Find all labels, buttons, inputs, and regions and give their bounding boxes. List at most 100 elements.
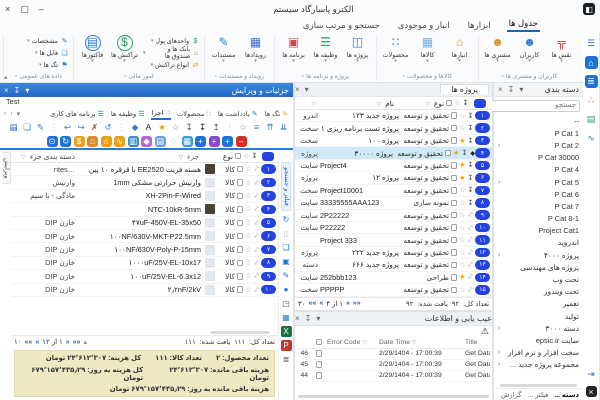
warehouse-icon[interactable]: ⌂ xyxy=(101,136,112,147)
first-page-icon[interactable]: «« xyxy=(25,339,33,346)
details-tab[interactable]: ☰وظیفه ها xyxy=(110,107,146,120)
search-icon[interactable]: ⊙ xyxy=(47,136,58,147)
row-checkbox[interactable] xyxy=(316,372,323,379)
star-icon[interactable]: ☆ xyxy=(459,112,465,120)
checkbox-column[interactable] xyxy=(235,153,242,160)
row-checkbox[interactable] xyxy=(445,150,452,157)
pdf-icon[interactable]: P xyxy=(281,340,292,351)
component-row[interactable]: ۳ ↧ ☆ کالا XH-2Pin-F-Wired xyxy=(11,190,278,203)
category-item[interactable]: پروژه ۴۰۰۰‹ xyxy=(498,249,579,261)
pin-alt-icon[interactable]: ↧ xyxy=(184,122,195,133)
star-icon[interactable]: ☆ xyxy=(459,199,465,207)
star-icon[interactable]: ☆ xyxy=(245,286,251,294)
pin-icon[interactable]: ↧ xyxy=(467,186,473,194)
type-column-header[interactable]: نوع xyxy=(215,152,233,161)
gantt-icon[interactable]: ▤ xyxy=(585,113,598,126)
title-header[interactable]: Title xyxy=(465,339,490,346)
invoice-icon[interactable]: ▤ xyxy=(155,136,166,147)
row-checkbox[interactable] xyxy=(451,200,458,207)
category-item[interactable]: P Cat 2‹ xyxy=(498,139,579,151)
project-row[interactable]: ۱۰ ◆ ↧ ☆ تحقیق و توسعه P22222 سایت xyxy=(295,222,492,234)
customers-icon[interactable]: ☻مشتری ها▾ xyxy=(483,35,512,65)
project-row[interactable]: ۱۳ ◆ ↧ ☆ تحقیق و توسعه پروژه جدید ۶۶۶ دس… xyxy=(295,259,492,271)
collapse-ribbon-icon[interactable]: ▴ xyxy=(4,73,8,81)
divider[interactable]: ⋮ xyxy=(116,122,127,133)
project-row[interactable]: ۵ ◆ ↧ ★ تحقیق و توسعه Project4 سایت xyxy=(295,160,492,172)
divider[interactable]: ⋮ xyxy=(224,122,235,133)
invoices-icon[interactable]: ▤فاکتورها▾ xyxy=(78,35,107,65)
categories-scrollbar[interactable] xyxy=(500,384,577,387)
category-item[interactable]: دسته ۳۰۰۰‹ xyxy=(498,322,579,334)
pin-icon[interactable]: ↧ xyxy=(252,218,262,228)
category-item[interactable]: تعمیر‹ xyxy=(498,298,579,310)
filter-search-tab[interactable]: فیلتر و جستجو xyxy=(281,162,291,211)
category-item[interactable]: P Cat 6‹ xyxy=(498,188,579,200)
details-tab[interactable]: ∷اجرا xyxy=(151,107,171,120)
prev-page-icon[interactable]: « xyxy=(35,339,39,346)
minimize-button[interactable]: – xyxy=(39,4,44,15)
products-icon[interactable]: ∷محصولات▾ xyxy=(381,35,410,65)
row-checkbox[interactable] xyxy=(237,273,244,280)
pin-icon[interactable]: ↧ xyxy=(252,191,262,201)
row-checkbox[interactable] xyxy=(451,287,458,294)
coin-icon[interactable]: $ xyxy=(74,136,85,147)
pin-icon[interactable]: ↧ xyxy=(467,124,473,132)
star-icon[interactable]: ☆ xyxy=(459,124,465,132)
close-app-icon[interactable]: × xyxy=(586,386,597,397)
edit-icon[interactable]: ✎ xyxy=(35,122,46,133)
panel-pin-icon[interactable]: ↧ xyxy=(305,314,312,323)
project-row[interactable]: ۱۵ ◆ ↧ ☆ تحقیق و توسعه PPPPP سخت xyxy=(295,284,492,296)
row-checkbox[interactable] xyxy=(237,220,244,227)
redo-icon[interactable]: ↪ xyxy=(76,122,87,133)
pin-icon[interactable]: ↧ xyxy=(467,199,473,207)
pin-icon[interactable]: ↧ xyxy=(252,178,262,188)
scatter-icon[interactable]: ∴ xyxy=(585,94,598,107)
pin-icon[interactable]: ↧ xyxy=(467,174,473,182)
row-checkbox[interactable] xyxy=(316,350,323,357)
panel-collapse-icon[interactable]: ▾ xyxy=(519,85,523,94)
row-checkbox[interactable] xyxy=(451,262,458,269)
bottom-tab[interactable]: دسته ... xyxy=(554,391,579,399)
row-checkbox[interactable] xyxy=(451,112,458,119)
close-button[interactable]: × xyxy=(5,4,10,15)
project-row[interactable]: ۱۱ ◆ ↧ ☆ تحقیق و توسعه Project 333 xyxy=(295,234,492,246)
pin-icon[interactable]: ↧ xyxy=(466,272,476,282)
category-item[interactable]: سخت افزار و نرم افزار‹ xyxy=(498,347,579,359)
plans-icon[interactable]: ▣برنامه ها▾ xyxy=(279,35,308,65)
component-row[interactable]: ۹ ↧ ☆ کالا ۱۰۰uF/25V-EL-6.3x12 xyxy=(11,270,278,283)
undo-icon[interactable]: ↩ xyxy=(62,122,73,133)
component-row[interactable]: ۴ ↧ ☆ کالا NTC-10kR-5mm xyxy=(11,203,278,216)
star-icon[interactable]: ☆ xyxy=(459,249,465,257)
chart2-icon[interactable]: ∿ xyxy=(114,136,125,147)
export-icon[interactable]: ◳ xyxy=(281,298,292,309)
category-item[interactable]: P Cat 7‹ xyxy=(498,200,579,212)
loading-icon[interactable]: ◌ xyxy=(168,136,179,147)
remove-icon[interactable]: – xyxy=(236,136,247,147)
maximize-button[interactable]: ▢ xyxy=(20,4,29,15)
category-item[interactable]: Project Cat1‹ xyxy=(498,225,579,237)
menu-icon[interactable]: ☰ xyxy=(585,37,598,50)
project-row[interactable]: ۳ ◆ ↧ ★ تحقیق و توسعه پروژه ۱۰۰ سخت xyxy=(295,135,492,147)
files-icon[interactable]: ❏فایل ها▾ xyxy=(8,48,69,59)
row-checkbox[interactable] xyxy=(451,224,458,231)
project-row[interactable]: ۱۲ ◆ ↧ ☆ تحقیق و توسعه پروژه جدید ۲۲۲ پر… xyxy=(295,247,492,259)
category-item[interactable]: تحت ویندوز‹ xyxy=(498,286,579,298)
component-row[interactable]: ۶ ↧ ☆ کالا ۱۰۰NF/630V-MKT-P22. xyxy=(11,230,278,243)
add-type-icon[interactable]: + xyxy=(209,136,220,147)
ribbon-tab[interactable]: انبار و موجودی xyxy=(396,20,452,32)
pin-icon[interactable]: ↧ xyxy=(467,161,473,169)
category-item[interactable]: پروژه های مهندسی‹ xyxy=(498,261,579,273)
drag-handle-icon[interactable]: ⋯ xyxy=(283,152,289,159)
component-row[interactable]: ۱۰ ↧ ☆ کالا ۲٫۲nF/2kV xyxy=(11,284,278,297)
pin-icon[interactable]: ↧ xyxy=(252,164,262,174)
pin-column-icon[interactable]: ↧ xyxy=(462,99,468,107)
star-column-icon[interactable]: ☆ xyxy=(454,99,460,107)
category-item[interactable]: تحت وب‹ xyxy=(498,273,579,285)
currency-icon[interactable]: $واحدهای پول▾ xyxy=(143,36,200,47)
org-chart-icon[interactable]: ╦نقش ها▾ xyxy=(547,35,576,65)
project-row[interactable]: ۹ ◆ ↧ ☆ تحقیق و توسعه 2P22222 سایت xyxy=(295,210,492,222)
row-checkbox[interactable] xyxy=(451,137,458,144)
pin-icon[interactable]: ↧ xyxy=(466,248,476,258)
row-checkbox[interactable] xyxy=(451,249,458,256)
star-icon[interactable]: ☆ xyxy=(459,186,465,194)
